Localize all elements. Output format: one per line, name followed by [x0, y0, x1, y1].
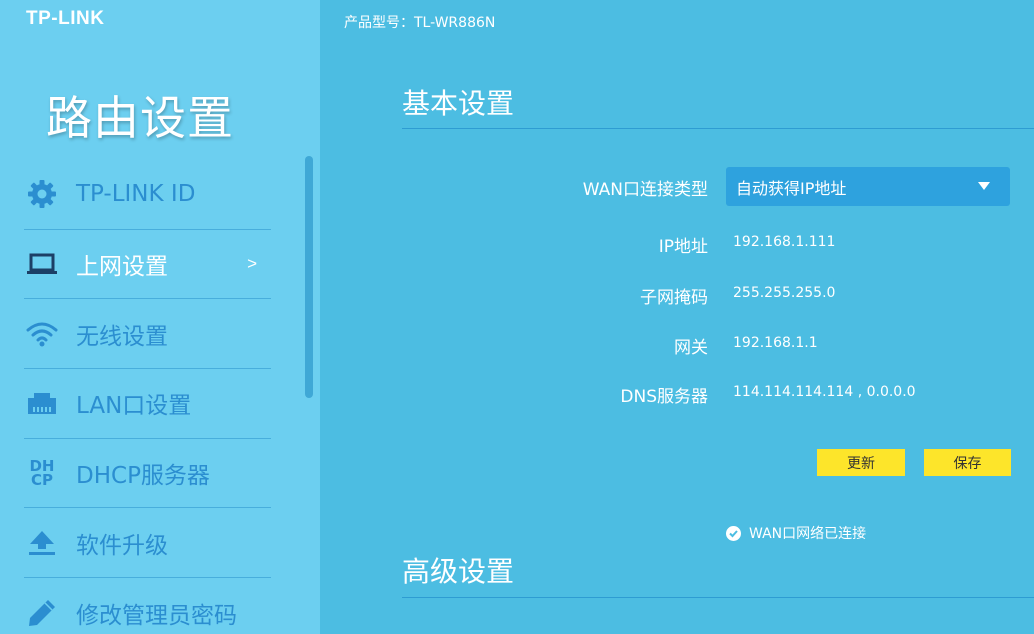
sidebar-item-label: 修改管理员密码: [76, 602, 237, 629]
check-circle-icon: [726, 525, 741, 541]
basic-settings-title: 基本设置: [402, 87, 515, 120]
tp-link-logo: TP-LINK: [26, 8, 105, 29]
wan-type-label: WAN口连接类型: [582, 180, 708, 200]
sidebar-item-label: 软件升级: [76, 532, 168, 559]
sidebar-item-dhcp-server[interactable]: DH CP DHCP服务器: [24, 439, 271, 509]
sidebar-item-wireless-settings[interactable]: 无线设置: [24, 299, 271, 370]
caret-down-icon: [978, 182, 990, 190]
pencil-icon: [24, 595, 60, 631]
ip-address-label: IP地址: [658, 237, 708, 257]
dhcp-icon: DH CP: [24, 455, 60, 491]
chevron-right-icon: >: [247, 254, 257, 274]
sidebar-item-internet-settings[interactable]: 上网设置 >: [24, 230, 271, 300]
sidebar-item-label: LAN口设置: [76, 393, 192, 420]
sidebar-menu: TP-LINK ID 上网设置 > 无线设置 LAN口设置 DH CP DHCP…: [24, 160, 271, 634]
wan-status: WAN口网络已连接: [726, 523, 866, 543]
dns-server-value: 114.114.114.114 , 0.0.0.0: [733, 384, 916, 400]
wan-type-select[interactable]: 自动获得IP地址: [726, 167, 1010, 206]
subnet-mask-label: 子网掩码: [640, 288, 708, 308]
sidebar-item-admin-password[interactable]: 修改管理员密码: [24, 578, 271, 634]
wan-type-value: 自动获得IP地址: [736, 178, 847, 198]
dns-server-label: DNS服务器: [620, 387, 708, 407]
refresh-button[interactable]: 更新: [817, 449, 905, 476]
gateway-label: 网关: [674, 338, 708, 358]
save-button[interactable]: 保存: [924, 449, 1011, 476]
sidebar-item-label: DHCP服务器: [76, 463, 210, 490]
basic-settings-divider: [402, 128, 1034, 129]
advanced-settings-title: 高级设置: [402, 555, 515, 588]
sidebar-item-label: 上网设置: [76, 254, 168, 281]
sidebar: TP-LINK 路由设置 TP-LINK ID 上网设置 > 无线设置 LAN口…: [0, 0, 320, 634]
wifi-icon: [24, 316, 60, 352]
sidebar-item-firmware-upgrade[interactable]: 软件升级: [24, 508, 271, 579]
subnet-mask-value: 255.255.255.0: [733, 285, 836, 301]
model-label: 产品型号：TL-WR886N: [344, 15, 496, 31]
lan-port-icon: [24, 385, 60, 421]
sidebar-item-lan-settings[interactable]: LAN口设置: [24, 369, 271, 439]
laptop-icon: [24, 246, 60, 282]
ip-address-value: 192.168.1.111: [733, 234, 836, 250]
sidebar-item-label: 无线设置: [76, 323, 168, 350]
gateway-value: 192.168.1.1: [733, 335, 818, 351]
wan-status-text: WAN口网络已连接: [749, 526, 867, 542]
dhcp-icon-bottom-text: CP: [30, 471, 53, 490]
sidebar-scrollbar[interactable]: [305, 156, 313, 398]
sidebar-item-label: TP-LINK ID: [76, 181, 196, 208]
upload-icon: [24, 525, 60, 561]
sidebar-title: 路由设置: [46, 91, 234, 145]
advanced-settings-divider: [402, 597, 1034, 598]
sidebar-item-tplink-id[interactable]: TP-LINK ID: [24, 160, 271, 230]
gear-icon: [24, 176, 60, 212]
